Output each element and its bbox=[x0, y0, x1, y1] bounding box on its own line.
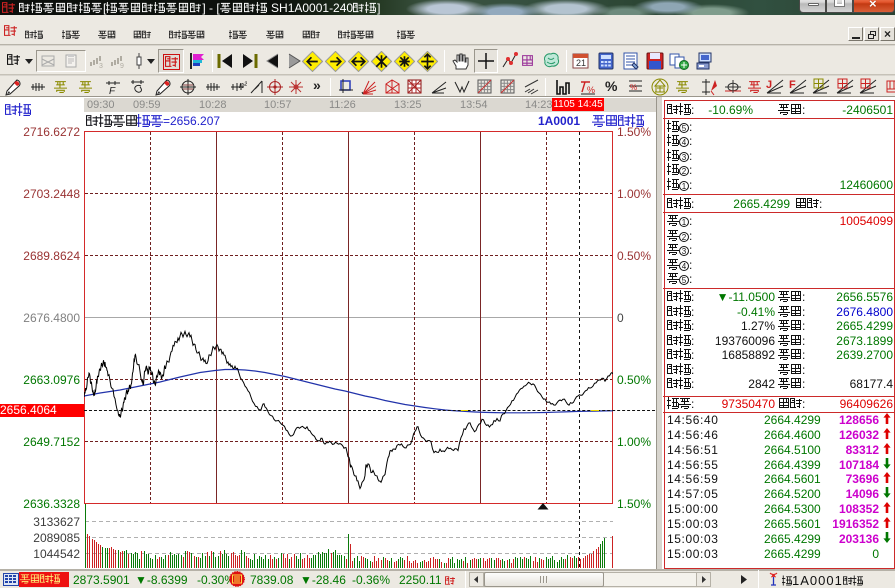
svg-text:n²: n² bbox=[239, 80, 247, 90]
svg-text:3: 3 bbox=[99, 63, 103, 69]
svg-text:21: 21 bbox=[576, 58, 586, 68]
svg-text:9: 9 bbox=[120, 63, 124, 69]
svg-text:%: % bbox=[630, 83, 637, 92]
svg-text:F: F bbox=[109, 86, 116, 96]
